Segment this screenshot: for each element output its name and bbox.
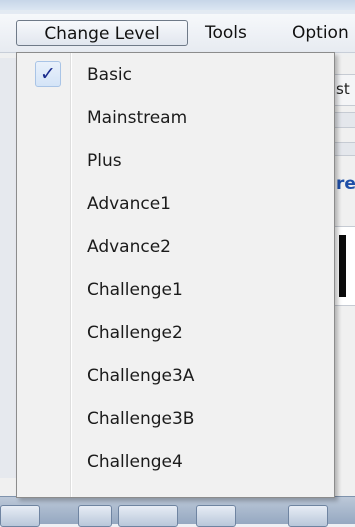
level-option-advance2[interactable]: Advance2 bbox=[17, 229, 334, 265]
level-option-challenge2[interactable]: Challenge2 bbox=[17, 315, 334, 351]
menu-options[interactable]: Option bbox=[284, 20, 355, 46]
checkmark-icon: ✓ bbox=[35, 61, 61, 87]
level-option-challenge3a[interactable]: Challenge3A bbox=[17, 358, 334, 394]
background-toolbar-text: st bbox=[336, 80, 350, 98]
level-option-label: Challenge2 bbox=[87, 323, 183, 343]
window-title-strip bbox=[0, 0, 355, 10]
taskbar-button-4[interactable] bbox=[196, 505, 236, 527]
taskbar-button-3[interactable] bbox=[118, 505, 178, 527]
level-option-plus[interactable]: Plus bbox=[17, 143, 334, 179]
level-option-mainstream[interactable]: Mainstream bbox=[17, 100, 334, 136]
level-option-label: Plus bbox=[87, 151, 122, 171]
left-window-edge bbox=[0, 58, 17, 478]
level-option-label: Challenge4 bbox=[87, 452, 183, 472]
level-option-challenge4[interactable]: Challenge4 bbox=[17, 444, 334, 480]
menu-bar: Change Level Tools Option bbox=[0, 14, 355, 53]
level-option-label: Basic bbox=[87, 65, 133, 85]
background-text-cursor-bar bbox=[339, 235, 346, 297]
taskbar-button-1[interactable] bbox=[0, 505, 40, 527]
level-option-label: Advance1 bbox=[87, 194, 171, 214]
taskbar bbox=[0, 496, 355, 527]
change-level-dropdown: ✓ Basic Mainstream Plus Advance1 Advance… bbox=[16, 52, 335, 498]
menu-tools[interactable]: Tools bbox=[197, 20, 255, 46]
menu-change-level[interactable]: Change Level bbox=[16, 20, 188, 46]
level-option-basic[interactable]: ✓ Basic bbox=[17, 57, 334, 93]
background-heading-text: re bbox=[336, 174, 355, 194]
level-option-label: Challenge3B bbox=[87, 409, 195, 429]
level-option-advance1[interactable]: Advance1 bbox=[17, 186, 334, 222]
level-option-label: Mainstream bbox=[87, 108, 188, 128]
level-option-challenge3b[interactable]: Challenge3B bbox=[17, 401, 334, 437]
level-option-label: Challenge1 bbox=[87, 280, 183, 300]
level-option-challenge1[interactable]: Challenge1 bbox=[17, 272, 334, 308]
level-option-label: Challenge3A bbox=[87, 366, 195, 386]
taskbar-button-2[interactable] bbox=[78, 505, 112, 527]
taskbar-button-5[interactable] bbox=[288, 505, 328, 527]
level-option-label: Advance2 bbox=[87, 237, 171, 257]
